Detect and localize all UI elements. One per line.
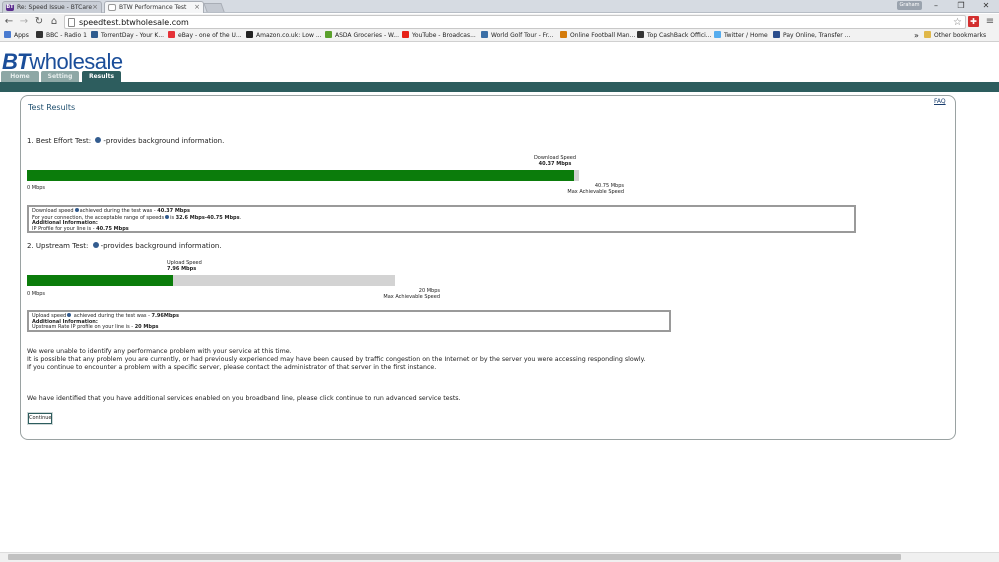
upload-test-heading: 2. Upstream Test: -provides background i…	[27, 242, 222, 250]
extension-icon[interactable]: ✚	[968, 16, 979, 27]
minimize-icon[interactable]: –	[924, 0, 948, 12]
info-icon[interactable]	[92, 242, 99, 248]
page-info-icon[interactable]	[68, 18, 75, 27]
continue-button[interactable]: Continue	[28, 413, 52, 424]
tab-btcare[interactable]: BT Re: Speed Issue - BTCare ×	[2, 1, 102, 13]
download-max-label: 40.75 Mbps Max Achievable Speed	[567, 183, 624, 195]
asda-icon	[325, 31, 332, 38]
tab-btw-performance[interactable]: BTW Performance Test ×	[104, 1, 204, 13]
upload-min-label: 0 Mbps	[27, 291, 46, 297]
tab-title: BTW Performance Test	[119, 4, 187, 11]
forward-arrow-icon[interactable]: →	[17, 15, 31, 29]
additional-services-message: We have identified that you have additio…	[27, 395, 461, 402]
info-icon[interactable]	[95, 137, 102, 143]
download-test-heading: 1. Best Effort Test: -provides backgroun…	[27, 137, 225, 145]
results-panel	[20, 95, 956, 440]
new-tab-button[interactable]	[203, 3, 225, 12]
other-bookmarks[interactable]: Other bookmarks	[924, 30, 986, 42]
download-speed-label: Download Speed 40.37 Mbps	[520, 155, 590, 167]
profile-badge[interactable]: Graham	[897, 1, 922, 10]
upload-speed-fill	[27, 275, 174, 286]
info-icon[interactable]	[165, 214, 170, 219]
result-message: We were unable to identify any performan…	[27, 348, 646, 371]
bookmark-item[interactable]: Online Football Man...	[560, 30, 635, 42]
bookmark-item[interactable]: eBay - one of the U...	[168, 30, 242, 42]
tab-title: Re: Speed Issue - BTCare	[17, 4, 93, 11]
more-bookmarks-chevron-icon[interactable]: »	[914, 30, 919, 42]
folder-icon	[924, 31, 931, 38]
upload-speed-bar	[27, 275, 395, 286]
paypal-icon	[773, 31, 780, 38]
grid-icon	[4, 31, 11, 38]
close-tab-icon[interactable]: ×	[194, 2, 200, 13]
bookmark-item[interactable]: BBC - Radio 1	[36, 30, 87, 42]
reload-icon[interactable]: ↻	[32, 15, 46, 29]
cashback-icon	[637, 31, 644, 38]
upload-speed-value: 7.96 Mbps	[167, 266, 197, 272]
bookmark-item[interactable]: Pay Online, Transfer ...	[773, 30, 850, 42]
bookmark-item[interactable]: Apps	[4, 30, 29, 42]
twitter-icon	[714, 31, 721, 38]
bookmark-item[interactable]: ASDA Groceries - W...	[325, 30, 399, 42]
close-tab-icon[interactable]: ×	[92, 2, 98, 13]
upload-info-box: Upload speed achieved during the test wa…	[27, 310, 671, 332]
nav-tab-results[interactable]: Results	[82, 71, 121, 82]
upload-max-label: 20 Mbps Max Achievable Speed	[383, 288, 440, 300]
menu-icon[interactable]: ≡	[984, 15, 996, 29]
download-speed-fill	[27, 170, 574, 181]
football-icon	[560, 31, 567, 38]
upload-speed-label: Upload Speed 7.96 Mbps	[167, 260, 207, 272]
ebay-icon	[168, 31, 175, 38]
download-info-box: Download speed achieved during the test w…	[27, 205, 856, 233]
td-icon	[91, 31, 98, 38]
info-icon[interactable]	[74, 208, 79, 212]
bbc-icon	[36, 31, 43, 38]
restore-icon[interactable]: ❐	[949, 0, 973, 12]
bookmark-item[interactable]: Top CashBack Offici...	[637, 30, 712, 42]
download-speed-bar	[27, 170, 579, 181]
faq-link[interactable]: FAQ	[934, 98, 946, 105]
bookmark-item[interactable]: YouTube - Broadcas...	[402, 30, 476, 42]
bookmark-item[interactable]: Amazon.co.uk: Low ...	[246, 30, 322, 42]
close-window-icon[interactable]: ✕	[974, 0, 998, 12]
url-text[interactable]: speedtest.btwholesale.com	[79, 16, 189, 29]
address-bar[interactable]: speedtest.btwholesale.com ☆	[64, 15, 966, 29]
globe-icon	[481, 31, 488, 38]
bt-favicon-icon: BT	[6, 4, 14, 11]
back-arrow-icon[interactable]: ←	[2, 15, 16, 29]
info-icon[interactable]	[67, 313, 72, 317]
header-bar	[0, 82, 999, 92]
page-favicon-icon	[108, 4, 116, 11]
bookmark-item[interactable]: Twitter / Home	[714, 30, 768, 42]
amazon-icon	[246, 31, 253, 38]
bookmark-item[interactable]: World Golf Tour - Fr...	[481, 30, 553, 42]
download-speed-value: 40.37 Mbps	[538, 161, 572, 167]
nav-tab-home[interactable]: Home	[1, 71, 39, 82]
bookmark-star-icon[interactable]: ☆	[953, 16, 962, 29]
scrollbar-thumb[interactable]	[8, 554, 901, 560]
page-title: Test Results	[28, 103, 76, 112]
home-icon[interactable]: ⌂	[47, 15, 61, 29]
bookmark-item[interactable]: TorrentDay - Your K...	[91, 30, 164, 42]
nav-tab-setting[interactable]: Setting	[41, 71, 79, 82]
youtube-icon	[402, 31, 409, 38]
download-min-label: 0 Mbps	[27, 185, 46, 191]
